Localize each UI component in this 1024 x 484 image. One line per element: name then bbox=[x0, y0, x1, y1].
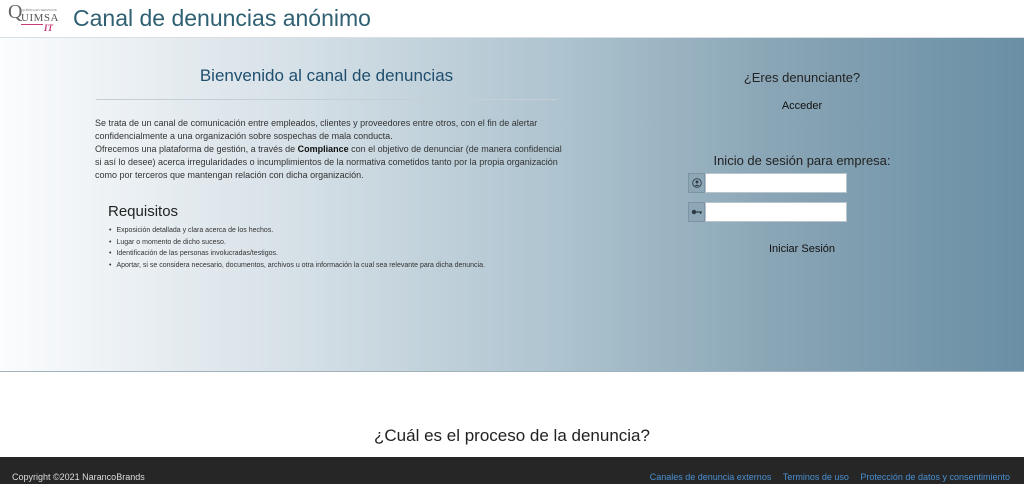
company-logo[interactable]: Q QUÍMICA EN SERVICIOS UIMSA IT bbox=[8, 1, 66, 33]
requirements-title: Requisitos bbox=[108, 203, 179, 220]
requirement-item: Exposición detallada y clara acerca de l… bbox=[109, 225, 485, 237]
access-button[interactable]: Acceder bbox=[772, 100, 832, 112]
header: Q QUÍMICA EN SERVICIOS UIMSA IT Canal de… bbox=[0, 0, 1024, 38]
username-field-group bbox=[688, 173, 847, 193]
password-input[interactable] bbox=[705, 202, 847, 222]
logo-line bbox=[21, 24, 43, 25]
user-circle-icon bbox=[688, 173, 705, 193]
description-part2-prefix: Ofrecemos una plataforma de gestión, a t… bbox=[95, 144, 298, 154]
password-field-group bbox=[688, 202, 847, 222]
description: Se trata de un canal de comunicación ent… bbox=[95, 117, 565, 182]
copyright-text: Copyright ©2021 NarancoBrands bbox=[12, 472, 145, 482]
login-button[interactable]: Iniciar Sesión bbox=[760, 243, 844, 255]
description-compliance: Compliance bbox=[297, 144, 349, 154]
requirement-item: Identificación de las personas involucra… bbox=[109, 248, 485, 260]
footer: Copyright ©2021 NarancoBrands Canales de… bbox=[0, 457, 1024, 484]
footer-link-terms[interactable]: Terminos de uso bbox=[783, 472, 849, 482]
logo-word: UIMSA bbox=[21, 12, 59, 24]
logo-suffix: IT bbox=[44, 23, 53, 33]
company-login-title: Inicio de sesión para empresa: bbox=[713, 153, 891, 168]
key-icon bbox=[688, 202, 705, 222]
hero-section: Bienvenido al canal de denuncias Se trat… bbox=[0, 38, 1024, 372]
footer-link-external-channels[interactable]: Canales de denuncia externos bbox=[650, 472, 772, 482]
welcome-title: Bienvenido al canal de denuncias bbox=[199, 66, 454, 85]
page-title: Canal de denuncias anónimo bbox=[73, 5, 371, 31]
divider bbox=[96, 99, 557, 100]
process-title: ¿Cuál es el proceso de la denuncia? bbox=[374, 426, 650, 445]
footer-links: Canales de denuncia externos Terminos de… bbox=[641, 472, 1010, 482]
requirement-item: Aportar, si se considera necesario, docu… bbox=[109, 260, 484, 272]
requirement-item: Lugar o momento de dicho suceso. bbox=[109, 237, 485, 249]
username-input[interactable] bbox=[705, 173, 847, 193]
denunciante-question: ¿Eres denunciante? bbox=[743, 70, 861, 85]
requirements-list: Exposición detallada y clara acerca de l… bbox=[109, 225, 485, 272]
footer-link-data-protection[interactable]: Protección de datos y consentimiento bbox=[860, 472, 1010, 482]
description-part1: Se trata de un canal de comunicación ent… bbox=[95, 118, 538, 141]
